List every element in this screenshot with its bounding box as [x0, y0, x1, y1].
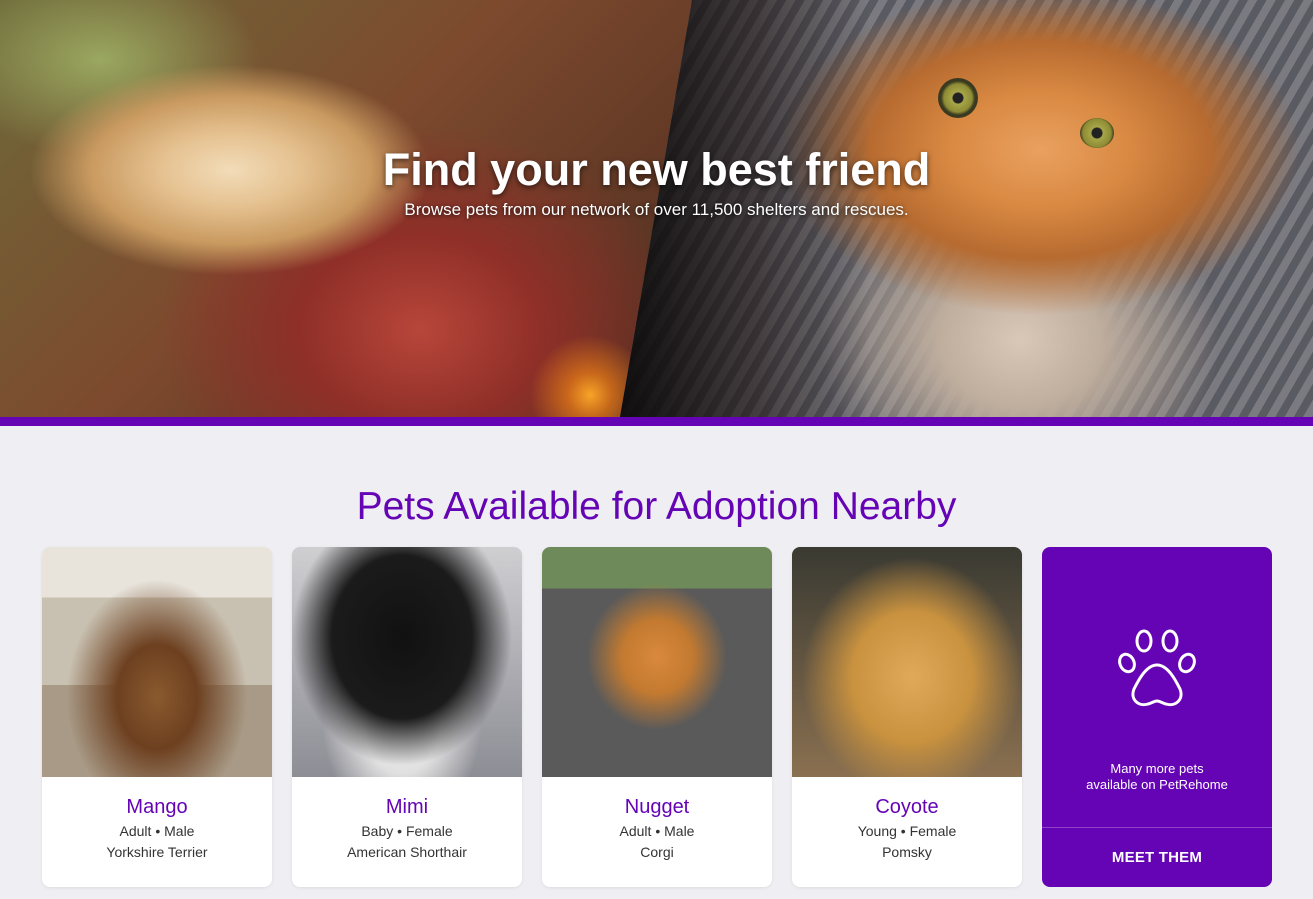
pet-photo[interactable] [542, 547, 772, 777]
pet-name[interactable]: Coyote [792, 795, 1022, 819]
pet-info: Mango Adult • Male Yorkshire Terrier [42, 777, 272, 861]
pet-info: Coyote Young • Female Pomsky [792, 777, 1022, 861]
hero-title: Find your new best friend [382, 144, 931, 195]
pet-info: Mimi Baby • Female American Shorthair [292, 777, 522, 861]
pet-breed: American Shorthair [347, 844, 467, 860]
pet-card[interactable]: Nugget Adult • Male Corgi [542, 547, 772, 887]
pet-card[interactable]: Mimi Baby • Female American Shorthair [292, 547, 522, 887]
cat-eye [938, 78, 978, 118]
more-pets-line1: Many more pets [1110, 761, 1204, 776]
pet-cards: Mango Adult • Male Yorkshire Terrier Mim… [42, 547, 1272, 887]
pet-age: Baby [361, 823, 394, 839]
pet-age: Adult [619, 823, 652, 839]
pet-card[interactable]: Mango Adult • Male Yorkshire Terrier [42, 547, 272, 887]
pet-gender: Male [664, 823, 695, 839]
pet-photo[interactable] [292, 547, 522, 777]
pet-name[interactable]: Mimi [292, 795, 522, 819]
pet-gender: Male [164, 823, 195, 839]
pet-age: Young [857, 823, 897, 839]
hero-subtitle: Browse pets from our network of over 11,… [404, 200, 909, 219]
pet-gender: Female [405, 823, 453, 839]
pet-name[interactable]: Nugget [542, 795, 772, 819]
pet-breed: Pomsky [882, 844, 932, 860]
pet-photo[interactable] [42, 547, 272, 777]
pet-photo[interactable] [792, 547, 1022, 777]
pet-card[interactable]: Coyote Young • Female Pomsky [792, 547, 1022, 887]
hero-text: Find your new best friend Browse pets fr… [0, 144, 1313, 220]
section-title: Pets Available for Adoption Nearby [356, 485, 957, 528]
pet-breed: Yorkshire Terrier [106, 844, 208, 860]
hero-divider [0, 417, 1313, 426]
more-pets-text: Many more pets available on PetRehome [1042, 761, 1272, 793]
meet-them-button[interactable]: MEET THEM [1042, 828, 1272, 887]
more-pets-info[interactable]: Many more pets available on PetRehome [1042, 547, 1272, 828]
pet-meta: Baby • Female [361, 823, 453, 839]
pet-gender: Female [909, 823, 957, 839]
pet-meta: Adult • Male [119, 823, 195, 839]
pet-breed: Corgi [640, 844, 674, 860]
hero-banner: Find your new best friend Browse pets fr… [0, 0, 1313, 417]
pet-meta: Young • Female [857, 823, 957, 839]
pet-info: Nugget Adult • Male Corgi [542, 777, 772, 861]
more-pets-card[interactable]: Many more pets available on PetRehome ME… [1042, 547, 1272, 887]
paw-icon [1118, 629, 1196, 707]
pet-meta: Adult • Male [619, 823, 695, 839]
pet-age: Adult [119, 823, 152, 839]
pet-name[interactable]: Mango [42, 795, 272, 819]
more-pets-line2: available on PetRehome [1086, 777, 1228, 792]
